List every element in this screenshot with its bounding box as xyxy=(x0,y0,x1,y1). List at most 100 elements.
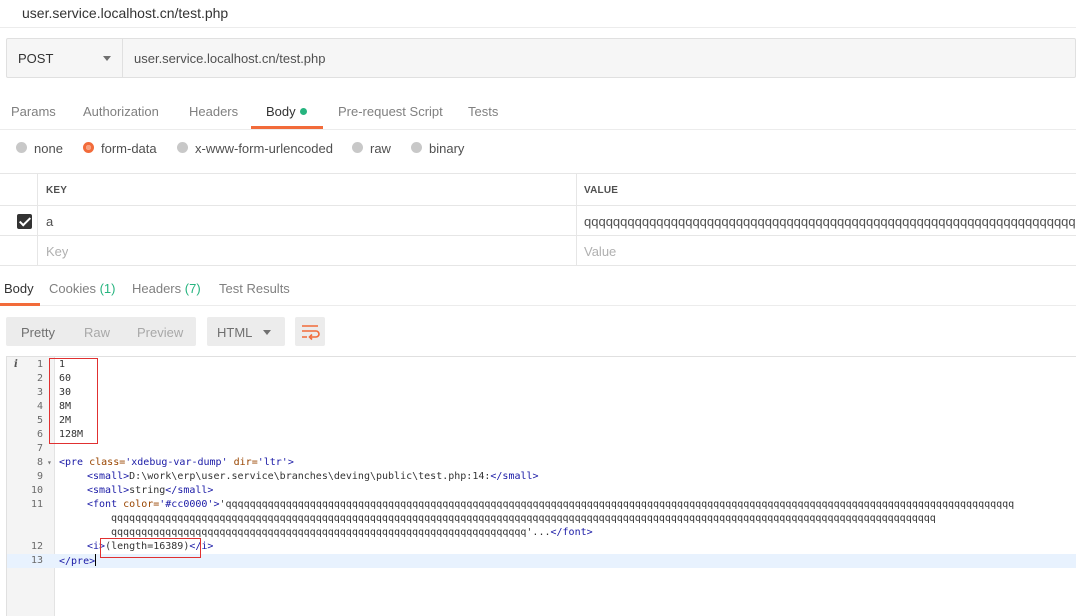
code-token: color= xyxy=(117,499,160,510)
raw-button[interactable]: Raw xyxy=(84,325,110,340)
key-field[interactable]: a xyxy=(46,214,566,229)
code-line: 5 2M xyxy=(7,414,1076,428)
preview-button[interactable]: Preview xyxy=(137,325,183,340)
line-number: 9 xyxy=(36,471,43,482)
tab-params[interactable]: Params xyxy=(11,104,56,119)
headers-count: (7) xyxy=(184,281,201,296)
line-number: 1 xyxy=(36,359,43,370)
tab-body-label: Body xyxy=(266,104,296,119)
radio-urlencoded-icon[interactable] xyxy=(177,142,188,153)
status-dot-icon xyxy=(299,108,307,115)
code-line: qqqqqqqqqqqqqqqqqqqqqqqqqqqqqqqqqqqqqqqq… xyxy=(7,512,1076,526)
code-token: string xyxy=(129,485,166,496)
active-tab-indicator xyxy=(0,303,40,306)
radio-binary-label[interactable]: binary xyxy=(429,141,464,156)
code-token: </pre> xyxy=(59,556,96,567)
form-data-table: KEY VALUE a qqqqqqqqqqqqqqqqqqqqqqqqqqqq… xyxy=(0,173,1076,266)
line-number: 4 xyxy=(36,401,43,412)
table-row: a qqqqqqqqqqqqqqqqqqqqqqqqqqqqqqqqqqqqqq… xyxy=(0,206,1076,236)
format-select[interactable]: HTML xyxy=(207,317,285,346)
tab-authorization[interactable]: Authorization xyxy=(83,104,159,119)
code-token: qqqqqqqqqqqqqqqqqqqqqqqqqqqqqqqqqqqqqqqq… xyxy=(111,527,551,538)
cookies-count: (1) xyxy=(99,281,116,296)
resp-tab-headers[interactable]: Headers (7) xyxy=(132,281,201,296)
radio-none-icon[interactable] xyxy=(16,142,27,153)
radio-urlencoded-label[interactable]: x-www-form-urlencoded xyxy=(195,141,333,156)
wrap-lines-button[interactable] xyxy=(295,317,325,346)
tab-pre-request-script[interactable]: Pre-request Script xyxy=(338,104,443,119)
line-number: 3 xyxy=(36,387,43,398)
code-token: </font> xyxy=(550,527,593,538)
line-number: 12 xyxy=(30,541,43,552)
pretty-button[interactable]: Pretty xyxy=(21,325,55,340)
radio-form-data-label[interactable]: form-data xyxy=(101,141,157,156)
code-token: '#cc0000' xyxy=(159,499,214,510)
code-token: dir= xyxy=(227,457,258,468)
resp-tab-cookies[interactable]: Cookies (1) xyxy=(49,281,115,296)
code-token: 'ltr' xyxy=(257,457,288,468)
table-header-row: KEY VALUE xyxy=(0,174,1076,206)
line-number: 7 xyxy=(36,443,43,454)
code-line: 6 128M xyxy=(7,428,1076,442)
code-token: </small> xyxy=(490,471,539,482)
code-line: 11 <font color='#cc0000'>'qqqqqqqqqqqqqqq… xyxy=(7,498,1076,512)
row-enabled-checkbox[interactable] xyxy=(17,214,32,229)
url-input[interactable]: user.service.localhost.cn/test.php xyxy=(134,51,326,66)
value-column-header: VALUE xyxy=(584,185,619,196)
code-token: 'xdebug-var-dump' xyxy=(125,457,228,468)
column-divider xyxy=(576,174,577,266)
annotation-box xyxy=(49,358,98,444)
radio-raw-icon[interactable] xyxy=(352,142,363,153)
line-number: 13 xyxy=(30,555,43,566)
radio-binary-icon[interactable] xyxy=(411,142,422,153)
line-number: 11 xyxy=(30,499,43,510)
code-token: <small> xyxy=(87,471,130,482)
chevron-down-icon xyxy=(103,56,111,61)
code-token: </small> xyxy=(165,485,214,496)
key-placeholder-field[interactable]: Key xyxy=(46,244,68,259)
code-token: <font xyxy=(87,499,118,510)
request-title: user.service.localhost.cn/test.php xyxy=(22,5,229,21)
tab-headers[interactable]: Headers xyxy=(189,104,238,119)
request-bar: POST user.service.localhost.cn/test.php xyxy=(6,38,1076,78)
tab-tests[interactable]: Tests xyxy=(468,104,498,119)
radio-form-data-icon[interactable] xyxy=(83,142,94,153)
code-line: 4 8M xyxy=(7,400,1076,414)
value-placeholder-field[interactable]: Value xyxy=(584,244,616,259)
annotation-box xyxy=(100,538,201,558)
method-label: POST xyxy=(18,51,54,66)
line-number: 8 xyxy=(36,457,43,468)
wrap-lines-icon xyxy=(302,325,320,341)
response-code-editor[interactable]: i 11 2 60 3 30 4 8M 5 2M 6 128M 7 8 ▾ <pre clas… xyxy=(6,356,1076,616)
code-token: <small> xyxy=(87,485,130,496)
radio-none-label[interactable]: none xyxy=(34,141,63,156)
request-tab-header: user.service.localhost.cn/test.php xyxy=(0,0,1076,28)
active-tab-indicator xyxy=(251,126,323,129)
value-field[interactable]: qqqqqqqqqqqqqqqqqqqqqqqqqqqqqqqqqqqqqqqq… xyxy=(584,214,1076,229)
request-tabs: Params Authorization Headers Body Pre-re… xyxy=(0,94,1076,130)
code-text: qqqqqqqqqqqqqqqqqqqqqqqqqqqqqqqqqqqqqqqq… xyxy=(111,513,936,524)
format-label: HTML xyxy=(217,325,253,340)
line-number: 5 xyxy=(36,415,43,426)
line-number: 10 xyxy=(30,485,43,496)
code-line: 10 <small>string</small> xyxy=(7,484,1076,498)
line-number: 6 xyxy=(36,429,43,440)
method-select[interactable]: POST xyxy=(7,39,123,77)
view-mode-group: Pretty Raw Preview xyxy=(6,317,196,346)
table-row-new: Key Value xyxy=(0,236,1076,266)
resp-tab-body[interactable]: Body xyxy=(4,281,34,296)
chevron-down-icon xyxy=(263,330,271,335)
code-line: 7 xyxy=(7,442,1076,456)
code-line: 3 30 xyxy=(7,386,1076,400)
code-line: 8 ▾ <pre class='xdebug-var-dump' dir='ltr'… xyxy=(7,456,1076,470)
code-token: 'qqqqqqqqqqqqqqqqqqqqqqqqqqqqqqqqqqqqqqq… xyxy=(219,499,1015,510)
code-line: 2 60 xyxy=(7,372,1076,386)
radio-raw-label[interactable]: raw xyxy=(370,141,391,156)
response-tabs: Body Cookies (1) Headers (7) Test Result… xyxy=(0,274,1076,306)
code-line: 11 xyxy=(7,358,1076,372)
code-token: <pre xyxy=(59,457,84,468)
tab-body[interactable]: Body xyxy=(266,104,307,119)
line-number: 2 xyxy=(36,373,43,384)
fold-toggle-icon[interactable]: ▾ xyxy=(47,456,52,470)
resp-tab-test-results[interactable]: Test Results xyxy=(219,281,290,296)
